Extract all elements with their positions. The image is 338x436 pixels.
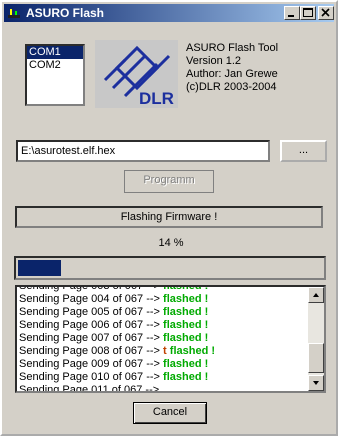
arrow-up-icon [313, 293, 319, 297]
log-line-prefix: Sending Page 008 of 067 --> [19, 345, 160, 357]
hex-file-path-input[interactable]: E:\asurotest.elf.hex [16, 140, 270, 162]
scroll-up-button[interactable] [308, 287, 324, 303]
log-line-prefix: Sending Page 006 of 067 --> [19, 319, 160, 331]
copyright: (c)DLR 2003-2004 [186, 81, 277, 93]
log-line-result: flashed ! [169, 345, 216, 357]
tool-name: ASURO Flash Tool [186, 42, 279, 54]
log-line-result: flashed ! [163, 332, 209, 344]
log-line: Sending Page 007 of 067 --> flashed ! [19, 332, 309, 345]
dlr-logo-graphic: DLR [103, 45, 174, 108]
log-line: Sending Page 010 of 067 --> flashed ! [19, 371, 309, 384]
log-line-result: flashed ! [163, 293, 209, 305]
about-info: ASURO Flash Tool Version 1.2 Author: Jan… [186, 42, 326, 94]
log-line-tick: t [163, 345, 167, 357]
log-line-result: flashed ! [163, 319, 209, 331]
browse-button-label: ... [298, 144, 309, 156]
scroll-thumb[interactable] [308, 343, 324, 373]
maximize-icon [303, 8, 313, 17]
dlr-logo-text: DLR [139, 89, 174, 108]
progress-percent: 14 % [158, 237, 184, 249]
version: Version 1.2 [186, 55, 242, 67]
close-icon [321, 8, 330, 17]
program-button[interactable]: Programm [124, 170, 214, 193]
app-window: ASURO Flash COM1 COM2 DLR ASURO Flash To… [0, 0, 338, 436]
log-line: Sending Page 006 of 067 --> flashed ! [19, 319, 309, 332]
port-listbox[interactable]: COM1 COM2 [25, 44, 85, 106]
log-line: Sending Page 008 of 067 --> t flashed ! [19, 345, 309, 358]
progress-fill [18, 260, 61, 276]
dlr-logo: DLR [95, 40, 178, 108]
port-item-com1[interactable]: COM1 [27, 46, 83, 59]
log-scrollbar[interactable] [308, 287, 324, 391]
log-line: Sending Page 009 of 067 --> flashed ! [19, 358, 309, 371]
log-line: Sending Page 011 of 067 --> [19, 384, 309, 393]
log-line-prefix: Sending Page 003 of 067 --> [19, 285, 160, 292]
minimize-button[interactable] [284, 6, 300, 20]
log-line: Sending Page 003 of 067 --> flashed ! [19, 285, 309, 293]
log-line-result: flashed ! [163, 371, 209, 383]
log-line-prefix: Sending Page 005 of 067 --> [19, 306, 160, 318]
close-button[interactable] [318, 6, 334, 20]
cancel-button[interactable]: Cancel [133, 402, 207, 424]
log-line-prefix: Sending Page 011 of 067 --> [19, 384, 160, 393]
title-bar[interactable]: ASURO Flash [4, 4, 334, 22]
log-list[interactable]: Sending Page 003 of 067 --> flashed ! Sen… [15, 285, 326, 393]
app-icon [8, 9, 20, 18]
browse-button[interactable]: ... [280, 140, 327, 162]
window-title: ASURO Flash [26, 6, 105, 20]
arrow-down-icon [313, 381, 319, 385]
maximize-button[interactable] [300, 6, 316, 20]
log-line-prefix: Sending Page 004 of 067 --> [19, 293, 160, 305]
scroll-down-button[interactable] [308, 375, 324, 391]
log-line-result: flashed ! [163, 285, 209, 292]
minimize-icon [288, 15, 294, 17]
status-text: Flashing Firmware ! [15, 206, 323, 228]
program-button-label: Programm [143, 174, 195, 186]
log-line-result: flashed ! [163, 358, 209, 370]
log-line-prefix: Sending Page 007 of 067 --> [19, 332, 160, 344]
log-lines: Sending Page 003 of 067 --> flashed ! Sen… [19, 285, 309, 393]
log-line-prefix: Sending Page 009 of 067 --> [19, 358, 160, 370]
cancel-button-label: Cancel [152, 406, 188, 418]
port-item-com2[interactable]: COM2 [27, 59, 83, 72]
log-line: Sending Page 005 of 067 --> flashed ! [19, 306, 309, 319]
log-line: Sending Page 004 of 067 --> flashed ! [19, 293, 309, 306]
log-line-result: flashed ! [163, 306, 209, 318]
log-line-prefix: Sending Page 010 of 067 --> [19, 371, 160, 383]
author: Author: Jan Grewe [186, 68, 278, 80]
progress-bar [14, 256, 326, 280]
